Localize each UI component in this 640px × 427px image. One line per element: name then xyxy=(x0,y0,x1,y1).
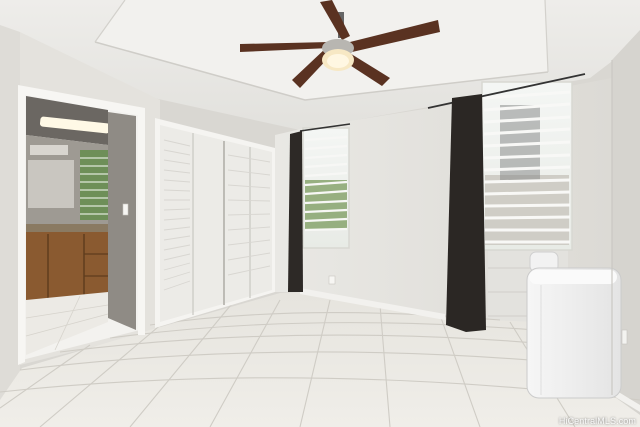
watermark-text: HiCentralMLS.com xyxy=(558,416,636,426)
portable-air-conditioner xyxy=(526,251,622,399)
room-illustration xyxy=(0,0,640,427)
left-curtain xyxy=(288,131,303,292)
wall-outlet xyxy=(328,275,336,285)
left-window xyxy=(299,123,351,249)
bathroom-doorway xyxy=(18,85,145,365)
room-photo: HiCentralMLS.com xyxy=(0,0,640,427)
right-curtain xyxy=(446,94,486,332)
